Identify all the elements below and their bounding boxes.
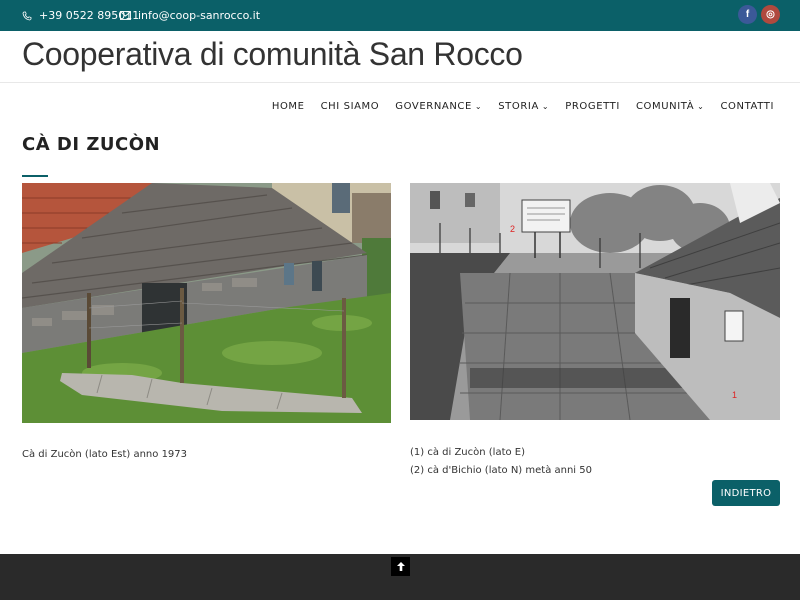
nav-item-storia[interactable]: STORIA ⌄ bbox=[490, 101, 557, 112]
nav-item-chi-siamo[interactable]: CHI SIAMO bbox=[313, 101, 388, 112]
right-photo-caption-1: (1) cà di Zucòn (lato E) bbox=[410, 447, 526, 458]
chevron-down-icon: ⌄ bbox=[474, 102, 483, 111]
nav-item-comunit[interactable]: COMUNITÀ ⌄ bbox=[628, 101, 713, 112]
photo-ca-di-zucon-east bbox=[22, 183, 391, 423]
instagram-icon[interactable]: ◎ bbox=[761, 5, 780, 24]
arrow-up-icon bbox=[396, 562, 405, 571]
heading-underline bbox=[22, 175, 48, 177]
right-photo-caption-2: (2) cà d'Bichio (lato N) metà anni 50 bbox=[410, 465, 592, 476]
phone-icon bbox=[22, 11, 32, 20]
back-button[interactable]: INDIETRO bbox=[712, 480, 780, 506]
nav-item-home[interactable]: HOME bbox=[264, 101, 313, 112]
nav-item-label: GOVERNANCE bbox=[395, 101, 472, 112]
main-navigation: HOME CHI SIAMO GOVERNANCE ⌄ STORIA ⌄ PROGETTI C… bbox=[264, 101, 782, 112]
street-bw-image: 2 1 bbox=[410, 183, 780, 420]
page-title: CÀ DI ZUCÒN bbox=[22, 134, 161, 155]
chevron-down-icon: ⌄ bbox=[697, 102, 705, 111]
nav-item-governance[interactable]: GOVERNANCE ⌄ bbox=[387, 101, 490, 112]
scroll-to-top-button[interactable] bbox=[391, 557, 410, 576]
chevron-down-icon: ⌄ bbox=[541, 102, 550, 111]
nav-item-contatti[interactable]: CONTATTI bbox=[712, 101, 782, 112]
nav-item-label: STORIA bbox=[498, 101, 539, 112]
nav-item-label: CONTATTI bbox=[720, 101, 774, 112]
stone-house-image bbox=[22, 183, 391, 423]
marker-1: 1 bbox=[732, 390, 737, 400]
marker-2: 2 bbox=[510, 224, 515, 234]
email-address: info@coop-sanrocco.it bbox=[138, 9, 261, 22]
nav-item-progetti[interactable]: PROGETTI bbox=[557, 101, 628, 112]
site-title[interactable]: Cooperativa di comunità San Rocco bbox=[22, 36, 523, 73]
left-photo-caption: Cà di Zucòn (lato Est) anno 1973 bbox=[22, 449, 188, 460]
email-contact[interactable]: info@coop-sanrocco.it bbox=[120, 0, 260, 31]
nav-item-label: PROGETTI bbox=[565, 101, 620, 112]
nav-item-label: HOME bbox=[271, 101, 305, 112]
envelope-icon bbox=[120, 11, 131, 20]
nav-item-label: COMUNITÀ bbox=[635, 101, 695, 112]
top-bar: +39 0522 895011 info@coop-sanrocco.it f … bbox=[0, 0, 800, 31]
facebook-icon[interactable]: f bbox=[738, 5, 757, 24]
photo-historic-street: 2 1 bbox=[410, 183, 780, 420]
header-divider bbox=[0, 82, 800, 83]
nav-item-label: CHI SIAMO bbox=[320, 101, 380, 112]
